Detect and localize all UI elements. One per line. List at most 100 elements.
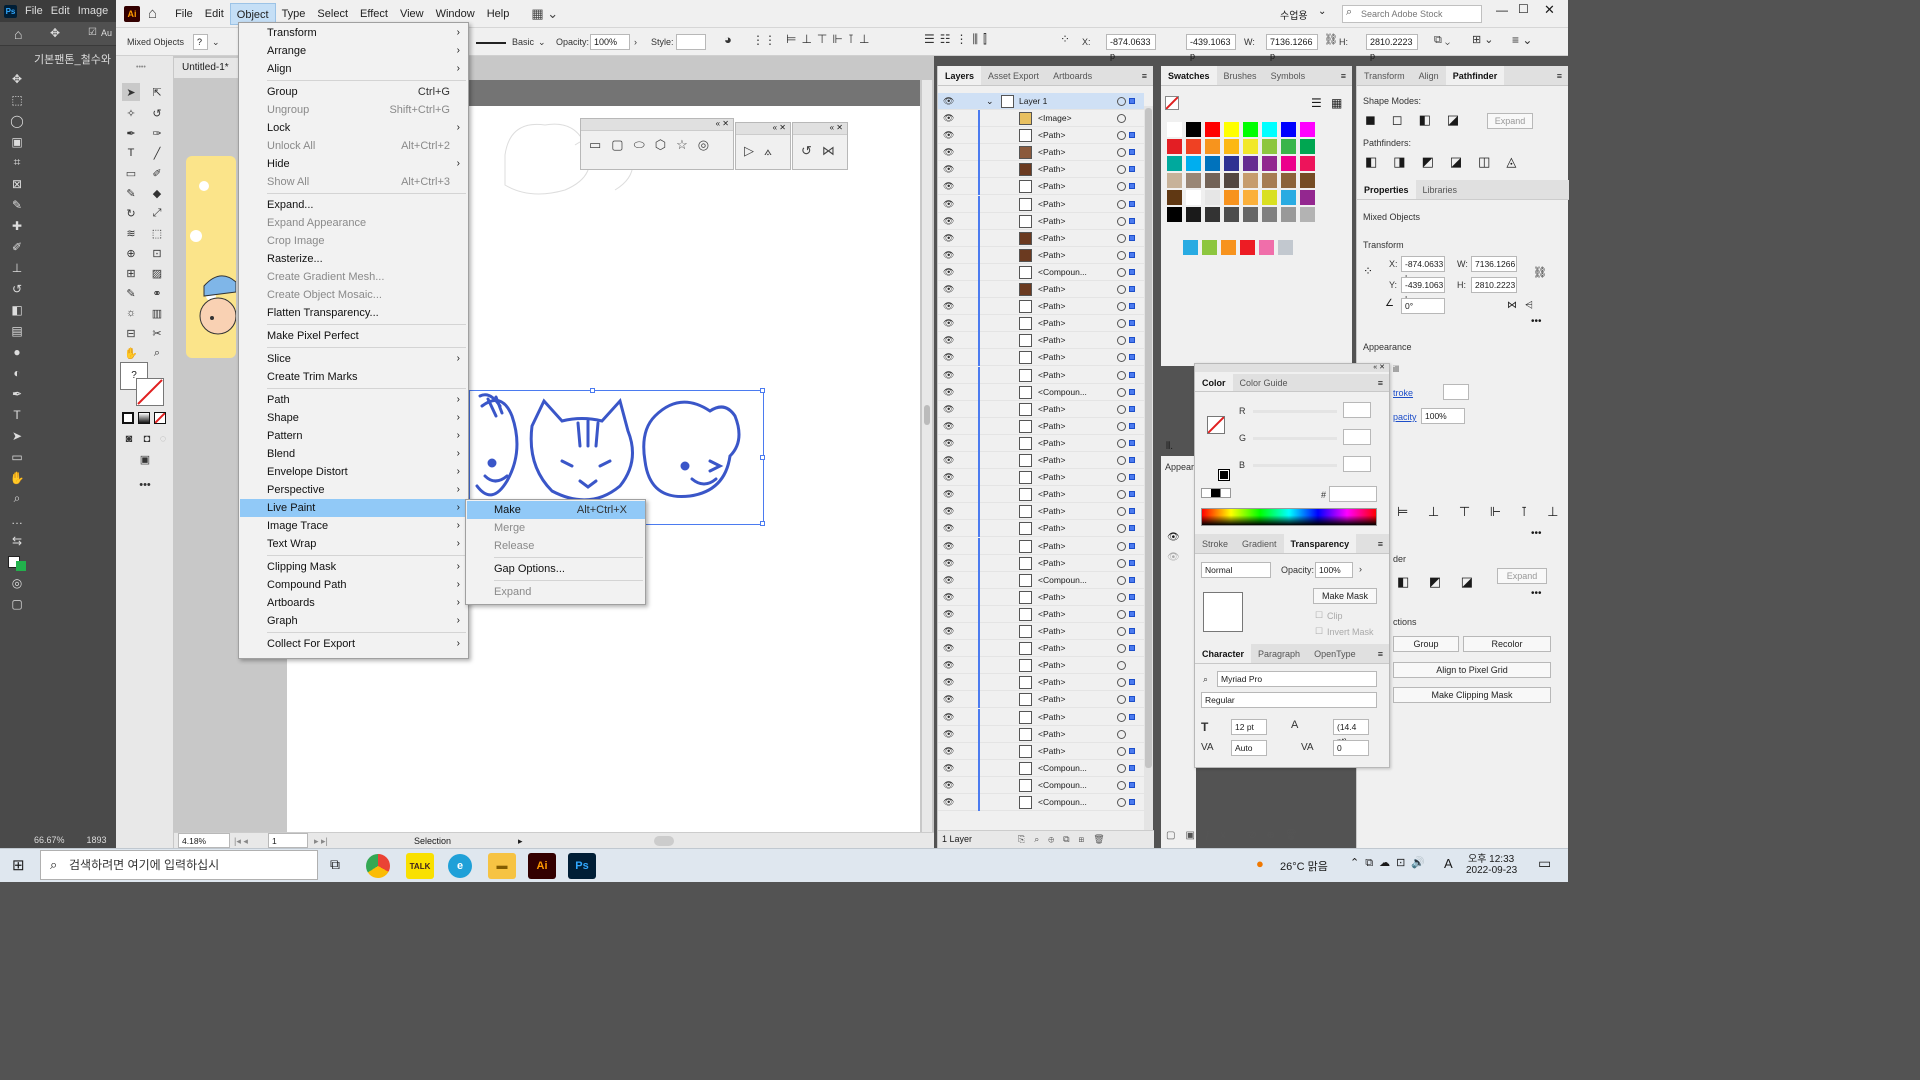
rectangle-tool-icon[interactable]: ▭ [122,164,140,182]
color-swatch[interactable] [1167,207,1182,222]
auto-select-checkbox[interactable]: ☑ [88,27,97,38]
layer-name[interactable]: <Path> [1038,469,1065,486]
grid-view-icon[interactable]: ▦ [1331,96,1342,110]
target-circle-icon[interactable] [1117,609,1126,619]
panel-close-icon[interactable]: « ✕ [793,123,847,135]
selection-indicator[interactable] [1129,388,1135,395]
layer-row[interactable]: 👁 <Path> [938,708,1144,726]
visibility-eye-icon[interactable]: 👁 [943,486,954,503]
layer-name[interactable]: <Path> [1038,606,1065,623]
opacity-input[interactable]: 100% [1421,408,1465,424]
color-swatch[interactable] [1167,122,1182,137]
maximize-button[interactable]: ☐ [1518,2,1529,16]
color-swatch[interactable] [1300,139,1315,154]
color-swatch[interactable] [1262,139,1277,154]
target-circle-icon[interactable] [1117,627,1126,636]
layer-row[interactable]: 👁 <Path> [938,229,1144,247]
stock-search-input[interactable]: Search Adobe Stock [1342,5,1482,23]
h-input[interactable]: 2810.2223 p [1366,34,1418,61]
layer-footer-buttons-icon[interactable]: ⎘⌕⊕⧉⊞🗑 [1018,831,1114,848]
panel-menu-icon[interactable]: ≡ [1378,534,1389,553]
selection-indicator[interactable] [1129,354,1135,361]
workspace-chevron-icon[interactable]: ⌄ [1318,6,1326,17]
menu-item-create-gradient-mesh[interactable]: Create Gradient Mesh... [240,268,468,286]
tab-transparency[interactable]: Transparency [1283,534,1357,553]
pathfinder-buttons-icon[interactable]: ◧◨◩◪◫◬ [1365,154,1532,170]
align-pixel-grid-button[interactable]: Align to Pixel Grid [1393,662,1551,678]
menu-item-rasterize[interactable]: Rasterize... [240,250,468,268]
screen-mode-icon[interactable]: ▣ [136,450,154,468]
panel-close-icon[interactable]: « ✕ [581,119,733,131]
layer-name[interactable]: <Path> [1038,213,1065,230]
marquee-tool-icon[interactable]: ⬚ [0,89,34,110]
layer-row[interactable]: 👁 <Path> [938,212,1144,230]
color-spectrum[interactable] [1201,508,1377,526]
visibility-eye-icon[interactable]: 👁 [943,760,954,777]
selection-indicator[interactable] [1129,799,1135,805]
pathfinder-quick-icon[interactable]: ◧ ◩ ◪ [1397,574,1481,590]
color-swatch[interactable] [1243,139,1258,154]
taskbar-search-input[interactable]: 검색하려면 여기에 입력하십시 [40,850,318,880]
symbol-sprayer-icon[interactable]: ☼ [122,304,140,322]
target-circle-icon[interactable] [1117,695,1126,705]
menu-item-envelope-distort[interactable]: Envelope Distort › [240,463,468,481]
layer-row[interactable]: 👁 <Path> [938,144,1144,162]
blur-icon[interactable]: ● [0,341,34,362]
layer-row[interactable]: 👁 <Compoun... [938,794,1144,811]
selection-indicator[interactable] [1129,320,1135,327]
selection-indicator[interactable] [1129,576,1135,583]
tab-swatches[interactable]: Swatches [1161,66,1217,85]
layer-name[interactable]: <Path> [1038,144,1065,161]
selection-indicator[interactable] [1129,628,1135,634]
selection-indicator[interactable] [1129,303,1135,310]
color-swatch[interactable] [1186,190,1201,205]
target-circle-icon[interactable] [1117,780,1126,790]
r-input[interactable] [1343,402,1371,418]
stroke-style-label[interactable]: Basic [512,34,534,50]
menu-item-artboards[interactable]: Artboards › [240,594,468,612]
color-swatch[interactable] [1224,156,1239,171]
opacity-input[interactable]: 100% [1315,562,1353,578]
color-swatch[interactable] [1224,173,1239,188]
target-circle-icon[interactable] [1117,267,1126,277]
selection-indicator[interactable] [1129,183,1135,190]
photoshop-taskbar-icon[interactable]: Ps [568,853,596,879]
color-group-swatch[interactable] [1278,240,1293,255]
target-circle-icon[interactable] [1117,182,1126,192]
visibility-eye-icon[interactable]: 👁 [943,298,954,315]
layer-row[interactable]: 👁 <Path> [938,623,1144,640]
leading-input[interactable]: (14.4 pt) [1333,719,1369,746]
stroke-label[interactable]: troke [1393,388,1413,398]
target-circle-icon[interactable] [1117,114,1126,123]
selection-indicator[interactable] [1129,268,1135,275]
recolor-button[interactable]: Recolor [1463,636,1551,652]
target-circle-icon[interactable] [1117,473,1126,483]
document-tab[interactable]: Untitled-1* [174,58,244,78]
kakaotalk-icon[interactable]: TALK [406,853,434,879]
layer-row[interactable]: 👁 <Path> [938,520,1144,538]
selection-handle[interactable] [590,388,595,393]
visibility-eye-icon[interactable]: 👁 [943,367,954,384]
target-circle-icon[interactable] [1117,524,1126,534]
layer-name[interactable]: <Path> [1038,726,1065,743]
layer-name[interactable]: <Path> [1038,281,1065,298]
selection-indicator[interactable] [1129,474,1135,481]
menu-item-arrange[interactable]: Arrange › [240,42,468,60]
visibility-eye-icon[interactable]: 👁 [943,726,954,743]
menu-edit[interactable]: Edit [199,3,230,25]
color-group-swatch[interactable] [1240,240,1255,255]
visibility-eye-icon[interactable]: 👁 [943,520,954,537]
task-view-icon[interactable]: ⧉ [330,856,340,873]
color-swatch[interactable] [1167,190,1182,205]
clip-checkbox[interactable]: ☐ [1315,610,1323,621]
layer-name[interactable]: <Path> [1038,743,1065,760]
fill-stroke-indicator[interactable] [1165,96,1179,110]
layer-name[interactable]: <Path> [1038,674,1065,691]
magic-wand-icon[interactable]: ✧ [122,104,140,122]
visibility-eye-icon[interactable]: 👁 [943,589,954,606]
selection-indicator[interactable] [1129,610,1135,617]
visibility-eye-icon[interactable]: 👁 [943,213,954,230]
font-search-icon[interactable]: ⌕ [1203,674,1208,685]
visibility-eye-icon[interactable]: 👁 [943,418,954,435]
menu-item-collect-for-export[interactable]: Collect For Export › [240,635,468,653]
